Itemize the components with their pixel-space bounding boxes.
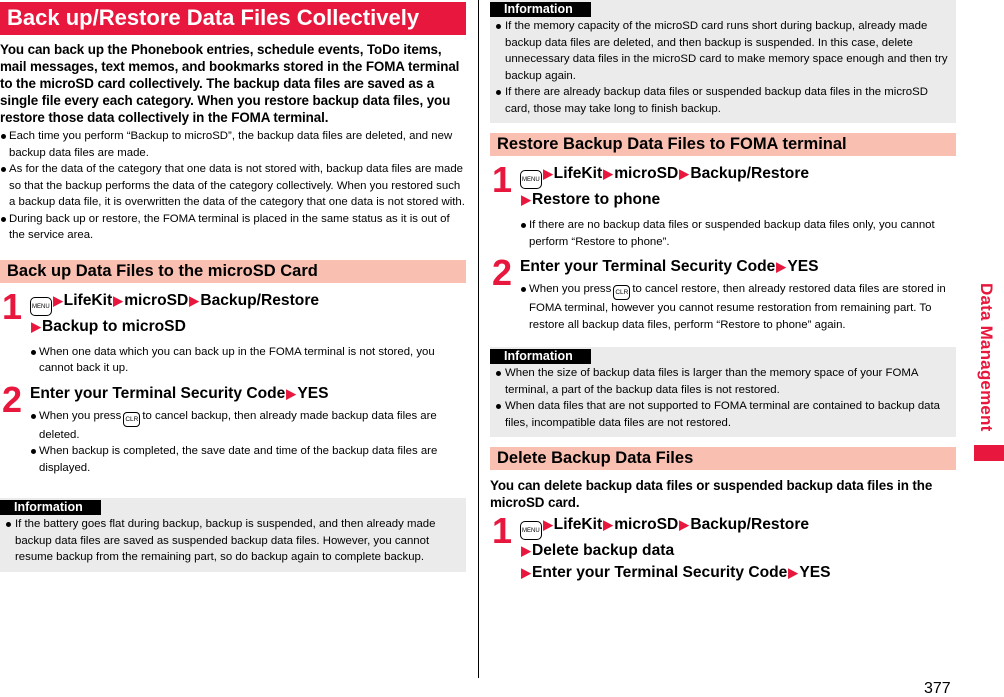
- menu-key-icon: MENU: [520, 170, 542, 189]
- arrow-icon: ▶: [286, 385, 297, 401]
- step-path: MENU ▶LifeKit▶microSD▶Backup/Restore: [520, 514, 956, 540]
- path-item: Enter your Terminal Security Code: [532, 564, 788, 581]
- backup-step-1: 1 MENU ▶LifeKit▶microSD▶Backup/Restore ▶B…: [0, 285, 466, 377]
- left-column: Back up/Restore Data Files Collectively …: [0, 0, 466, 572]
- menu-key-icon: MENU: [30, 296, 52, 316]
- step-path: MENU ▶LifeKit▶microSD▶Backup/Restore: [520, 163, 956, 189]
- step-note: When you press CLR to cancel restore, then…: [520, 281, 956, 333]
- arrow-icon: ▶: [521, 543, 531, 558]
- page-number: 377: [924, 680, 951, 697]
- information-box: Information If the battery goes flat dur…: [0, 498, 466, 572]
- step-number: 1: [492, 159, 513, 200]
- clr-key-icon: CLR: [613, 285, 631, 300]
- step-number: 1: [492, 510, 513, 551]
- path-item: microSD: [614, 516, 679, 533]
- step-path: Enter your Terminal Security Code▶YES: [30, 383, 466, 405]
- step-number: 2: [2, 378, 23, 420]
- right-column: Information If the memory capacity of th…: [490, 0, 956, 584]
- information-box: Information If the memory capacity of th…: [490, 0, 956, 123]
- path-item: YES: [799, 564, 831, 581]
- info-item: When data files that are not supported t…: [493, 398, 956, 431]
- info-item: If there are already backup data files o…: [493, 84, 956, 117]
- delete-step-1: 1 MENU ▶LifeKit▶microSD▶Backup/Restore ▶D…: [490, 510, 956, 584]
- arrow-icon: ▶: [788, 565, 799, 580]
- information-label: Information: [0, 500, 101, 515]
- column-divider: [478, 0, 479, 678]
- information-box: Information When the size of backup data…: [490, 347, 956, 437]
- information-label: Information: [490, 2, 591, 17]
- step-note: When backup is completed, the save date …: [30, 443, 466, 476]
- restore-step-2: 2 Enter your Terminal Security Code▶YES …: [490, 252, 956, 333]
- path-item: Backup to microSD: [42, 317, 186, 335]
- note-item: During back up or restore, the FOMA term…: [0, 211, 466, 244]
- step-number: 2: [492, 252, 513, 293]
- note-item: Each time you perform “Backup to microSD…: [0, 128, 466, 161]
- backup-step-2: 2 Enter your Terminal Security Code▶YES …: [0, 378, 466, 477]
- arrow-icon: ▶: [113, 292, 123, 308]
- intro-paragraph: You can back up the Phonebook entries, s…: [0, 42, 460, 125]
- step-path: MENU ▶LifeKit▶microSD▶Backup/Restore: [30, 290, 466, 316]
- info-item: When the size of backup data files is la…: [493, 365, 956, 398]
- restore-step-1: 1 MENU ▶LifeKit▶microSD▶Backup/Restore ▶R…: [490, 159, 956, 250]
- chapter-tab-marker: [974, 445, 1004, 461]
- arrow-icon: ▶: [776, 259, 787, 274]
- step-path: Enter your Terminal Security Code▶YES: [520, 256, 956, 278]
- information-label: Information: [490, 349, 591, 364]
- section-heading-delete: Delete Backup Data Files: [490, 447, 956, 470]
- arrow-icon: ▶: [189, 292, 200, 308]
- note-item: As for the data of the category that one…: [0, 161, 466, 211]
- path-item: YES: [787, 258, 819, 275]
- delete-intro: You can delete backup data files or susp…: [490, 478, 933, 510]
- arrow-icon: ▶: [679, 517, 690, 532]
- path-item: Backup/Restore: [690, 165, 810, 182]
- path-item: Restore to phone: [532, 191, 661, 208]
- arrow-icon: ▶: [542, 166, 553, 181]
- menu-key-icon: MENU: [520, 521, 542, 540]
- section-heading-backup: Back up Data Files to the microSD Card: [0, 259, 466, 283]
- arrow-icon: ▶: [521, 565, 531, 580]
- path-item: LifeKit: [63, 291, 113, 309]
- path-item: Backup/Restore: [690, 516, 810, 533]
- info-item: If the battery goes flat during backup, …: [3, 516, 466, 566]
- section-heading-restore: Restore Backup Data Files to FOMA termin…: [490, 133, 956, 156]
- arrow-icon: ▶: [603, 166, 613, 181]
- arrow-icon: ▶: [542, 517, 553, 532]
- path-item: LifeKit: [553, 165, 603, 182]
- path-item: Enter your Terminal Security Code: [30, 384, 286, 402]
- step-note: When one data which you can back up in t…: [30, 344, 466, 377]
- path-item: Delete backup data: [532, 542, 675, 559]
- path-item: YES: [297, 384, 329, 402]
- arrow-icon: ▶: [521, 192, 531, 207]
- step-path: ▶Enter your Terminal Security Code▶YES: [520, 562, 956, 584]
- step-path: ▶Backup to microSD: [30, 316, 466, 338]
- path-item: LifeKit: [553, 516, 603, 533]
- arrow-icon: ▶: [31, 318, 41, 334]
- path-item: microSD: [614, 165, 679, 182]
- info-item: If the memory capacity of the microSD ca…: [493, 18, 956, 84]
- page-title: Back up/Restore Data Files Collectively: [0, 2, 466, 35]
- arrow-icon: ▶: [603, 517, 613, 532]
- step-note: When you press CLR to cancel backup, then …: [30, 408, 466, 444]
- step-path: ▶Restore to phone: [520, 189, 956, 211]
- path-item: Enter your Terminal Security Code: [520, 258, 776, 275]
- intro-notes: Each time you perform “Backup to microSD…: [0, 128, 466, 244]
- step-note: If there are no backup data files or sus…: [520, 217, 956, 250]
- chapter-tab-label: Data Management: [977, 283, 996, 432]
- path-item: Backup/Restore: [200, 291, 320, 309]
- arrow-icon: ▶: [52, 292, 63, 308]
- clr-key-icon: CLR: [123, 411, 141, 427]
- step-path: ▶Delete backup data: [520, 540, 956, 562]
- arrow-icon: ▶: [679, 166, 690, 181]
- step-number: 1: [2, 285, 23, 327]
- path-item: microSD: [124, 291, 189, 309]
